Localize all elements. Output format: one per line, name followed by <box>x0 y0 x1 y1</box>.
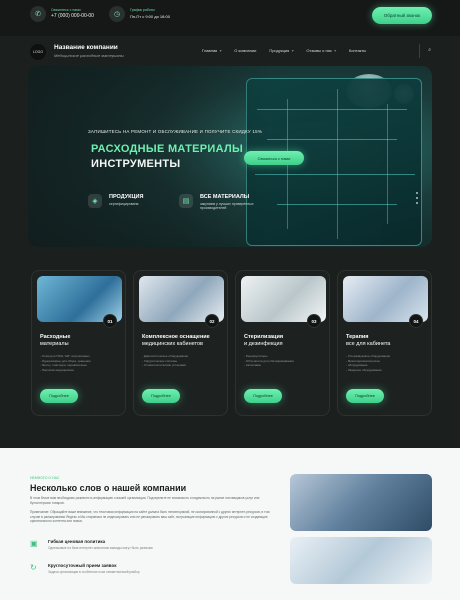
benefit-subtitle: Одинаковые на базе интернет-аналитики вы… <box>48 546 153 550</box>
benefit-subtitle: Задача организации в особенности же сема… <box>48 570 140 574</box>
nav-item-about[interactable]: О компании <box>234 48 256 53</box>
company-name: Название компании <box>54 44 118 51</box>
card-list: - Голки для ПЭН, ЭКГ, инсулиновых - Однор… <box>40 354 91 372</box>
card-number: 01 <box>103 314 117 328</box>
card-number: 02 <box>205 314 219 328</box>
benefit-item: ↻ Круглосуточный прием заявок Задача орг… <box>30 563 140 574</box>
details-button[interactable]: Подробнее <box>40 389 78 403</box>
hero-title-line2: ИНСТРУМЕНТЫ <box>91 158 181 170</box>
nav-divider <box>419 44 420 58</box>
benefit-item: ▣ Гибкая ценовая политика Одинаковые на … <box>30 539 153 550</box>
service-card[interactable]: 02 Комплексное оснащение медицинских каби… <box>133 270 228 416</box>
service-card[interactable]: 01 Расходные материалы - Голки для ПЭН, Э… <box>31 270 126 416</box>
card-list: - Ультразвуковое оборудование - Физиотера… <box>346 354 391 372</box>
about-paragraph: В этом блоке вам необходимо разместить и… <box>30 496 260 505</box>
card-title: Стерилизация и дезинфекция <box>244 334 284 347</box>
card-number: 04 <box>409 314 423 328</box>
hours-block: ◷ График работы Пн-Пт с 9:00 до 18:00 <box>109 6 170 22</box>
phone-icon: ✆ <box>30 6 46 22</box>
contact-us-button[interactable]: Связаться с нами <box>244 151 304 165</box>
logo[interactable]: LOGO <box>30 44 46 60</box>
details-button[interactable]: Подробнее <box>244 389 282 403</box>
card-number: 03 <box>307 314 321 328</box>
service-card[interactable]: 04 Терапия все для кабинета - Ультразвуко… <box>337 270 432 416</box>
nav-item-home[interactable]: Главная ▾ <box>202 48 221 53</box>
nav-item-reviews[interactable]: Отзывы о нас ▾ <box>306 48 336 53</box>
hero-feature-products: ◈ ПРОДУКЦИЯ сертифицирована <box>88 194 143 208</box>
phone-block[interactable]: ✆ Свяжитесь с нами +7 (000) 000-00-00 <box>30 6 94 22</box>
details-button[interactable]: Подробнее <box>346 389 384 403</box>
card-list: - Рециркуляторы - Облучатели для обеззара… <box>244 354 294 367</box>
clock-icon: ◷ <box>109 6 125 22</box>
page: ✆ Свяжитесь с нами +7 (000) 000-00-00 ◷ … <box>0 0 460 600</box>
certificate-icon: ◈ <box>88 194 102 208</box>
phone-number[interactable]: +7 (000) 000-00-00 <box>51 13 94 20</box>
hero-promo-text: ЗАПИШИТЕСЬ НА РЕМОНТ И ОБСЛУЖИВАНИЕ И ПО… <box>88 129 263 134</box>
chevron-down-icon: ▾ <box>291 48 294 53</box>
operating-room-image <box>290 474 432 531</box>
chevron-down-icon: ▾ <box>219 48 222 53</box>
working-hours: Пн-Пт с 9:00 до 18:00 <box>130 14 170 19</box>
price-tag-icon: ▣ <box>30 539 38 548</box>
card-title: Комплексное оснащение медицинских кабинет… <box>142 334 210 347</box>
benefit-title: Круглосуточный прием заявок <box>48 563 117 568</box>
hero-feature-materials: ▤ ВСЕ МАТЕРИАЛЫ закупаем у лучших провер… <box>179 194 270 210</box>
feature-title: ВСЕ МАТЕРИАЛЫ <box>200 194 250 200</box>
hero-overlay <box>28 66 432 247</box>
company-subtitle: Медицинские расходные материалы <box>54 53 124 58</box>
nav-item-products[interactable]: Продукция ▾ <box>269 48 293 53</box>
slider-dots[interactable] <box>416 192 418 204</box>
document-icon: ▤ <box>179 194 193 208</box>
main-header: LOGO Название компании Медицинские расхо… <box>0 38 460 62</box>
feature-subtitle: закупаем у лучших проверенных производит… <box>200 202 254 210</box>
hero-banner: ЗАПИШИТЕСЬ НА РЕМОНТ И ОБСЛУЖИВАНИЕ И ПО… <box>28 66 432 247</box>
clock-icon: ↻ <box>30 563 37 572</box>
benefit-title: Гибкая ценовая политика <box>48 539 106 544</box>
about-title: Несколько слов о нашей компании <box>30 483 187 493</box>
feature-subtitle: сертифицирована <box>109 202 139 206</box>
feature-title: ПРОДУКЦИЯ <box>109 194 144 200</box>
main-nav: Главная ▾ О компании Продукция ▾ Отзывы о … <box>202 48 366 53</box>
hero-title-line1: РАСХОДНЫЕ МАТЕРИАЛЫ <box>91 143 244 155</box>
about-kicker: НЕМНОГО О НАС <box>30 476 60 480</box>
nav-item-contacts[interactable]: Контакты <box>349 48 366 53</box>
chevron-down-icon: ▾ <box>333 48 336 53</box>
services-cards: 01 Расходные материалы - Голки для ПЭН, Э… <box>28 270 432 416</box>
card-list: - Диагностическое оборудование - Хирургич… <box>142 354 189 367</box>
details-button[interactable]: Подробнее <box>142 389 180 403</box>
callback-button[interactable]: Обратный звонок <box>372 7 432 24</box>
about-paragraph: Примечание: Обращайте ваше внимание, что… <box>30 510 270 524</box>
top-bar: ✆ Свяжитесь с нами +7 (000) 000-00-00 ◷ … <box>0 0 460 36</box>
card-title: Терапия все для кабинета <box>346 334 391 347</box>
mri-room-image <box>290 537 432 584</box>
service-card[interactable]: 03 Стерилизация и дезинфекция - Рециркуля… <box>235 270 330 416</box>
card-title: Расходные материалы <box>40 334 71 347</box>
search-icon[interactable]: ⌕ <box>428 47 431 53</box>
